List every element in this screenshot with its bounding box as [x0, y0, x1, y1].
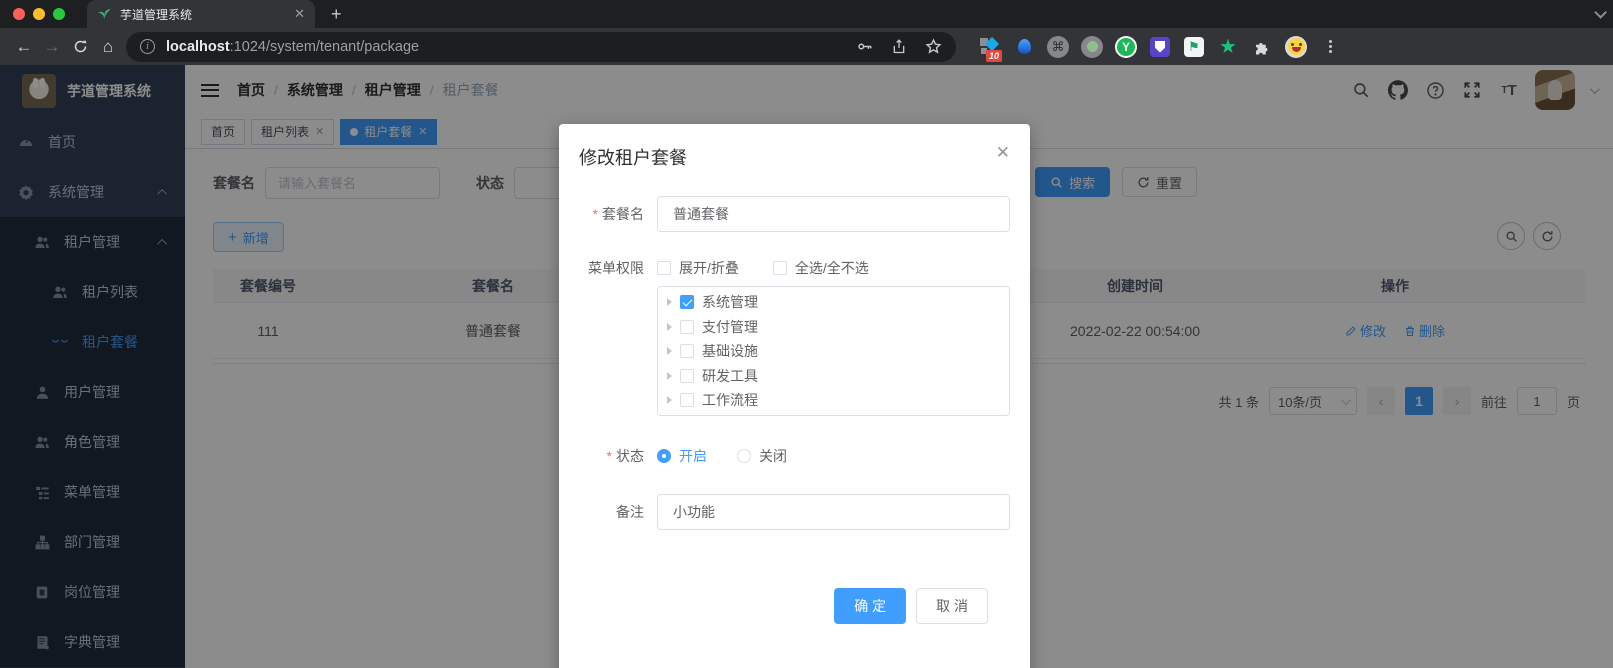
browser-chrome: 芋道管理系统 ✕ + ← → ⌂ i localhost:1024/system… — [0, 0, 1613, 65]
extension-badge: 10 — [986, 50, 1002, 62]
tree-checkbox[interactable] — [680, 320, 694, 334]
tab-title: 芋道管理系统 — [120, 6, 288, 23]
new-tab-button[interactable]: + — [331, 4, 342, 25]
form-row-permissions: 菜单权限 展开/折叠 全选/全不选 系统管理 支付管理 基础设施 研发工具 工作… — [579, 258, 1010, 416]
extension-devtools-icon[interactable]: 10 — [978, 35, 1002, 59]
close-window-button[interactable] — [13, 8, 25, 20]
extension-command-icon[interactable]: ⌘ — [1046, 35, 1070, 59]
address-bar[interactable]: i localhost:1024/system/tenant/package — [126, 32, 956, 62]
reload-button[interactable] — [66, 33, 94, 61]
remark-field[interactable] — [657, 494, 1010, 530]
status-on-label[interactable]: 开启 — [679, 446, 707, 466]
form-row-remark: 备注 — [579, 494, 1010, 530]
dialog-body: 套餐名 菜单权限 展开/折叠 全选/全不选 系统管理 支付管理 基础设施 研发工… — [559, 170, 1030, 624]
tree-checkbox-checked[interactable] — [680, 295, 694, 309]
url-host: localhost — [166, 39, 230, 55]
expand-collapse-label[interactable]: 展开/折叠 — [679, 258, 739, 278]
tree-item[interactable]: 研发工具 — [658, 364, 1009, 389]
tree-expand-icon[interactable] — [667, 347, 672, 355]
permissions-label: 菜单权限 — [579, 258, 657, 416]
tree-item[interactable]: 系统管理 — [658, 290, 1009, 315]
dialog-close-icon[interactable]: ✕ — [996, 144, 1010, 161]
tree-expand-icon[interactable] — [667, 396, 672, 404]
minimize-window-button[interactable] — [33, 8, 45, 20]
tree-checkbox[interactable] — [680, 344, 694, 358]
share-icon[interactable] — [891, 38, 907, 55]
status-radio-on[interactable] — [657, 449, 671, 463]
tree-item[interactable]: 基础设施 — [658, 339, 1009, 364]
browser-menu-icon[interactable] — [1318, 35, 1342, 59]
home-button[interactable]: ⌂ — [94, 33, 122, 61]
menu-permission-tree: 系统管理 支付管理 基础设施 研发工具 工作流程 — [657, 286, 1010, 416]
tree-checkbox[interactable] — [680, 393, 694, 407]
site-info-icon[interactable]: i — [140, 39, 155, 54]
extension-y-icon[interactable]: Y — [1114, 35, 1138, 59]
select-all-checkbox[interactable] — [773, 261, 787, 275]
remark-field-label: 备注 — [579, 494, 657, 530]
extension-gray-circle-icon[interactable] — [1080, 35, 1104, 59]
url-path: :1024/system/tenant/package — [230, 39, 419, 55]
bookmark-star-icon[interactable] — [925, 38, 942, 55]
extensions-puzzle-icon[interactable] — [1250, 35, 1274, 59]
extension-flag-icon[interactable]: ⚑ — [1182, 35, 1206, 59]
select-all-label[interactable]: 全选/全不选 — [795, 258, 869, 278]
dialog-footer: 确 定 取 消 — [579, 588, 1010, 624]
expand-collapse-checkbox[interactable] — [657, 261, 671, 275]
tree-expand-icon[interactable] — [667, 372, 672, 380]
form-row-status: 状态 开启 关闭 — [579, 446, 1010, 466]
dialog-title: 修改租户套餐 — [579, 148, 687, 168]
cancel-button[interactable]: 取 消 — [916, 588, 988, 624]
browser-tab[interactable]: 芋道管理系统 ✕ — [87, 0, 315, 28]
forward-button[interactable]: → — [38, 33, 66, 61]
status-off-label[interactable]: 关闭 — [759, 446, 787, 466]
status-field-label: 状态 — [579, 448, 657, 464]
dialog-header: 修改租户套餐 ✕ — [559, 124, 1030, 170]
tree-expand-icon[interactable] — [667, 323, 672, 331]
extension-shield-icon[interactable] — [1148, 35, 1172, 59]
tabstrip-chevron-down-icon[interactable] — [1594, 6, 1607, 19]
edit-package-dialog: 修改租户套餐 ✕ 套餐名 菜单权限 展开/折叠 全选/全不选 系统管理 支付管理… — [559, 124, 1030, 668]
status-radio-off[interactable] — [737, 449, 751, 463]
back-button[interactable]: ← — [10, 33, 38, 61]
url-text[interactable]: localhost:1024/system/tenant/package — [166, 39, 419, 55]
password-key-icon[interactable] — [856, 38, 873, 55]
tree-item[interactable]: 支付管理 — [658, 315, 1009, 340]
tab-favicon-plant-icon — [97, 7, 112, 22]
tab-strip: 芋道管理系统 ✕ + — [0, 0, 1613, 28]
tab-close-icon[interactable]: ✕ — [294, 6, 305, 22]
extension-star-icon[interactable] — [1216, 35, 1240, 59]
form-row-name: 套餐名 — [579, 196, 1010, 232]
extension-balloon-icon[interactable] — [1012, 35, 1036, 59]
tree-expand-icon[interactable] — [667, 298, 672, 306]
confirm-button[interactable]: 确 定 — [834, 588, 906, 624]
extension-icons: 10 ⌘ Y ⚑ — [978, 35, 1342, 59]
browser-toolbar: ← → ⌂ i localhost:1024/system/tenant/pac… — [0, 28, 1613, 65]
tree-checkbox[interactable] — [680, 369, 694, 383]
window-controls[interactable] — [13, 8, 65, 20]
maximize-window-button[interactable] — [53, 8, 65, 20]
package-name-field[interactable] — [657, 196, 1010, 232]
tree-item[interactable]: 工作流程 — [658, 388, 1009, 413]
name-field-label: 套餐名 — [579, 196, 657, 232]
browser-profile-avatar[interactable] — [1284, 35, 1308, 59]
